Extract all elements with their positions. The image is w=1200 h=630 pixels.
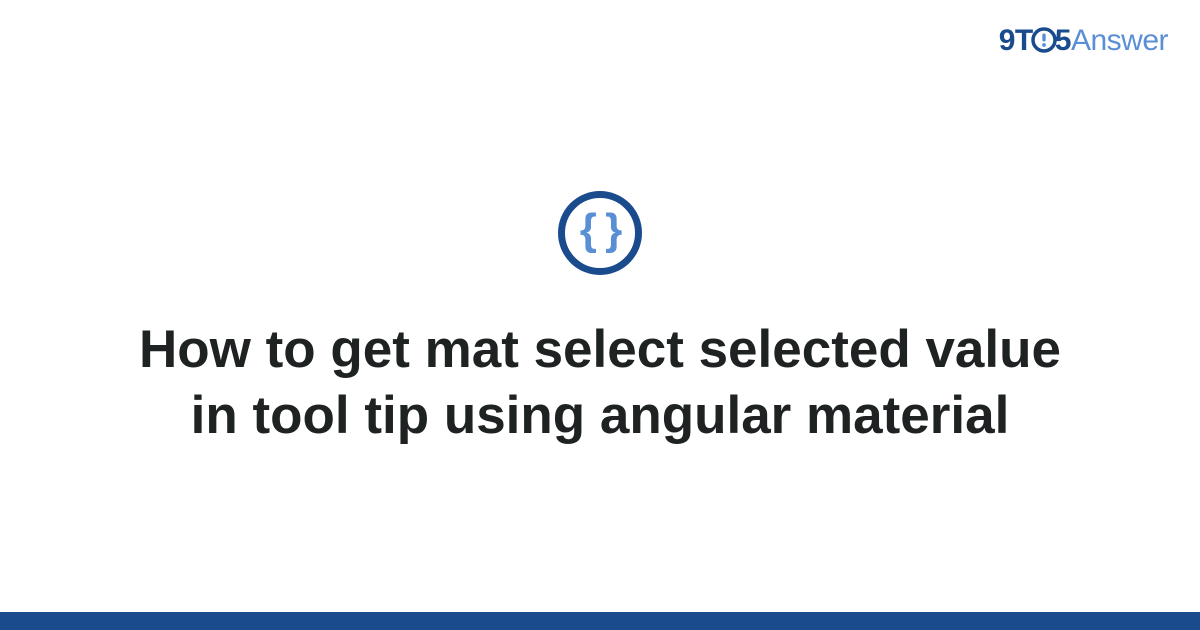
footer-bar	[0, 612, 1200, 630]
code-braces-icon: { }	[558, 191, 642, 275]
braces-glyph: { }	[580, 208, 620, 252]
main-content: { } How to get mat select selected value…	[0, 0, 1200, 612]
page-title: How to get mat select selected value in …	[120, 317, 1080, 450]
